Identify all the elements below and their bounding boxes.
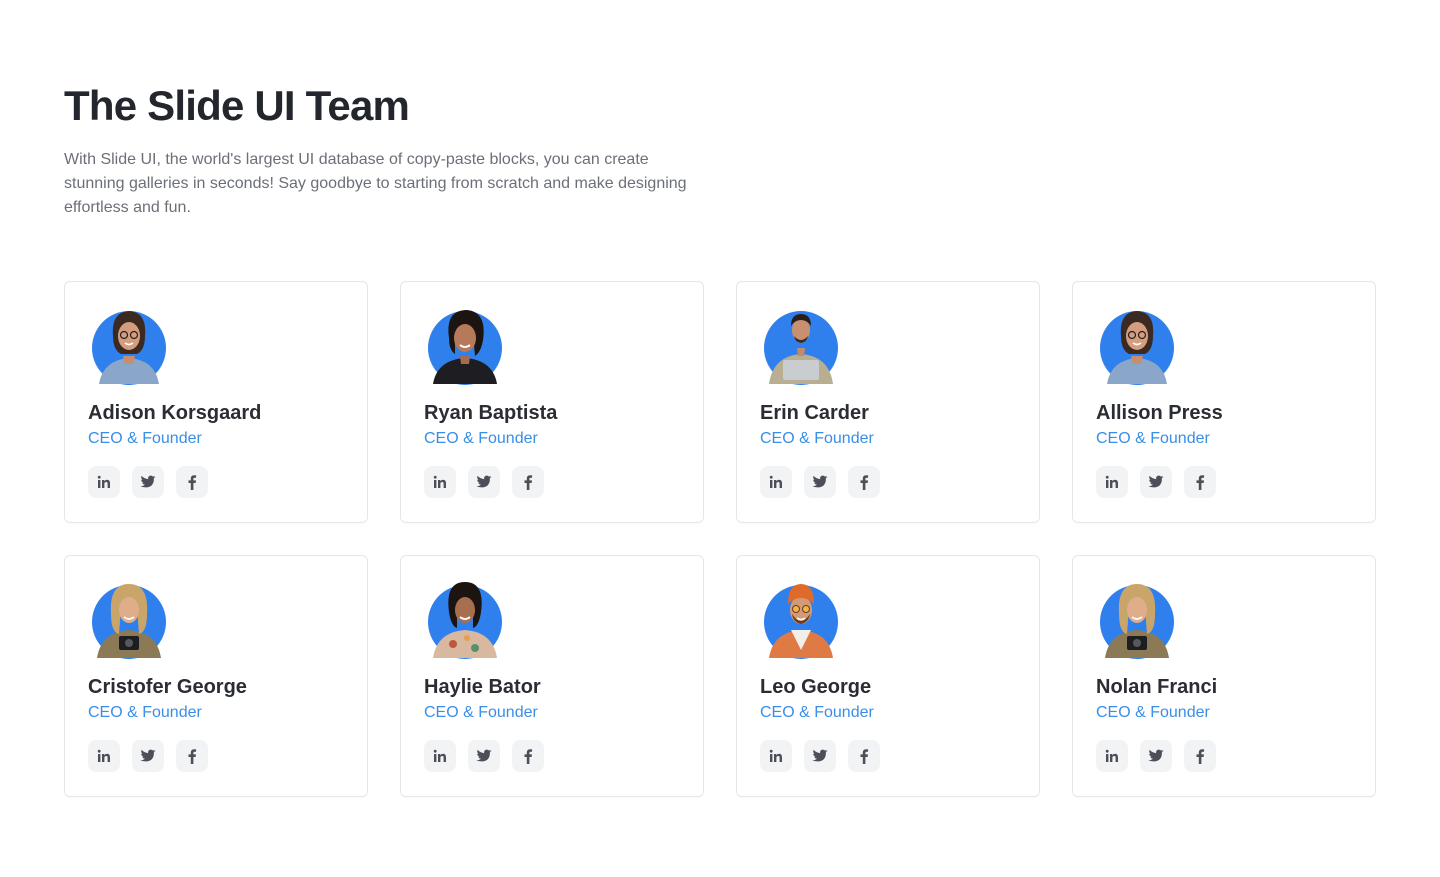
team-member-card: Nolan Franci CEO & Founder: [1072, 555, 1376, 797]
avatar: [761, 304, 841, 386]
avatar: [425, 304, 505, 386]
member-role: CEO & Founder: [424, 704, 538, 721]
linkedin-icon: [769, 475, 782, 488]
member-name: Allison Press: [1096, 402, 1223, 424]
twitter-icon: [476, 475, 492, 488]
member-role: CEO & Founder: [1096, 704, 1210, 721]
facebook-button[interactable]: [176, 740, 208, 772]
linkedin-button[interactable]: [760, 466, 792, 498]
team-member-card: Erin Carder CEO & Founder: [736, 281, 1040, 523]
member-name: Ryan Baptista: [424, 402, 558, 424]
avatar: [761, 578, 841, 660]
linkedin-button[interactable]: [88, 740, 120, 772]
linkedin-button[interactable]: [424, 740, 456, 772]
member-name: Haylie Bator: [424, 676, 541, 698]
social-links: [760, 740, 880, 772]
team-member-card: Cristofer George CEO & Founder: [64, 555, 368, 797]
team-member-card: Haylie Bator CEO & Founder: [400, 555, 704, 797]
team-grid: Adison Korsgaard CEO & Founder Ryan Bapt…: [64, 281, 1376, 797]
team-member-card: Adison Korsgaard CEO & Founder: [64, 281, 368, 523]
avatar: [425, 578, 505, 660]
twitter-icon: [812, 475, 828, 488]
member-role: CEO & Founder: [424, 430, 538, 447]
team-member-card: Ryan Baptista CEO & Founder: [400, 281, 704, 523]
page-title: The Slide UI Team: [64, 82, 410, 129]
linkedin-icon: [433, 475, 446, 488]
social-links: [424, 740, 544, 772]
member-role: CEO & Founder: [1096, 430, 1210, 447]
linkedin-button[interactable]: [760, 740, 792, 772]
linkedin-button[interactable]: [1096, 466, 1128, 498]
member-role: CEO & Founder: [760, 430, 874, 447]
facebook-icon: [524, 475, 533, 490]
facebook-button[interactable]: [1184, 740, 1216, 772]
twitter-button[interactable]: [132, 740, 164, 772]
linkedin-button[interactable]: [88, 466, 120, 498]
member-name: Erin Carder: [760, 402, 869, 424]
linkedin-icon: [97, 749, 110, 762]
social-links: [1096, 466, 1216, 498]
facebook-button[interactable]: [848, 740, 880, 772]
facebook-icon: [1196, 475, 1205, 490]
facebook-button[interactable]: [848, 466, 880, 498]
facebook-icon: [188, 475, 197, 490]
linkedin-icon: [1105, 749, 1118, 762]
member-role: CEO & Founder: [760, 704, 874, 721]
linkedin-button[interactable]: [424, 466, 456, 498]
twitter-button[interactable]: [132, 466, 164, 498]
twitter-icon: [140, 475, 156, 488]
social-links: [88, 740, 208, 772]
avatar: [1097, 304, 1177, 386]
facebook-button[interactable]: [1184, 466, 1216, 498]
social-links: [760, 466, 880, 498]
facebook-icon: [860, 475, 869, 490]
linkedin-icon: [97, 475, 110, 488]
social-links: [424, 466, 544, 498]
twitter-button[interactable]: [804, 466, 836, 498]
avatar: [89, 304, 169, 386]
twitter-button[interactable]: [1140, 466, 1172, 498]
twitter-button[interactable]: [1140, 740, 1172, 772]
member-name: Leo George: [760, 676, 872, 698]
twitter-icon: [1148, 475, 1164, 488]
twitter-button[interactable]: [468, 466, 500, 498]
page-description: With Slide UI, the world's largest UI da…: [64, 151, 687, 216]
team-section: The Slide UI Team With Slide UI, the wor…: [64, 80, 1376, 797]
linkedin-button[interactable]: [1096, 740, 1128, 772]
team-member-card: Allison Press CEO & Founder: [1072, 281, 1376, 523]
twitter-icon: [1148, 749, 1164, 762]
facebook-button[interactable]: [176, 466, 208, 498]
social-links: [1096, 740, 1216, 772]
twitter-icon: [812, 749, 828, 762]
member-role: CEO & Founder: [88, 430, 202, 447]
facebook-icon: [524, 749, 533, 764]
member-name: Cristofer George: [88, 676, 247, 698]
facebook-button[interactable]: [512, 740, 544, 772]
facebook-button[interactable]: [512, 466, 544, 498]
twitter-icon: [476, 749, 492, 762]
twitter-icon: [140, 749, 156, 762]
member-role: CEO & Founder: [88, 704, 202, 721]
avatar: [1097, 578, 1177, 660]
facebook-icon: [1196, 749, 1205, 764]
twitter-button[interactable]: [804, 740, 836, 772]
facebook-icon: [860, 749, 869, 764]
linkedin-icon: [1105, 475, 1118, 488]
avatar: [89, 578, 169, 660]
twitter-button[interactable]: [468, 740, 500, 772]
member-name: Adison Korsgaard: [88, 402, 262, 424]
linkedin-icon: [769, 749, 782, 762]
member-name: Nolan Franci: [1096, 676, 1218, 698]
facebook-icon: [188, 749, 197, 764]
social-links: [88, 466, 208, 498]
team-member-card: Leo George CEO & Founder: [736, 555, 1040, 797]
linkedin-icon: [433, 749, 446, 762]
